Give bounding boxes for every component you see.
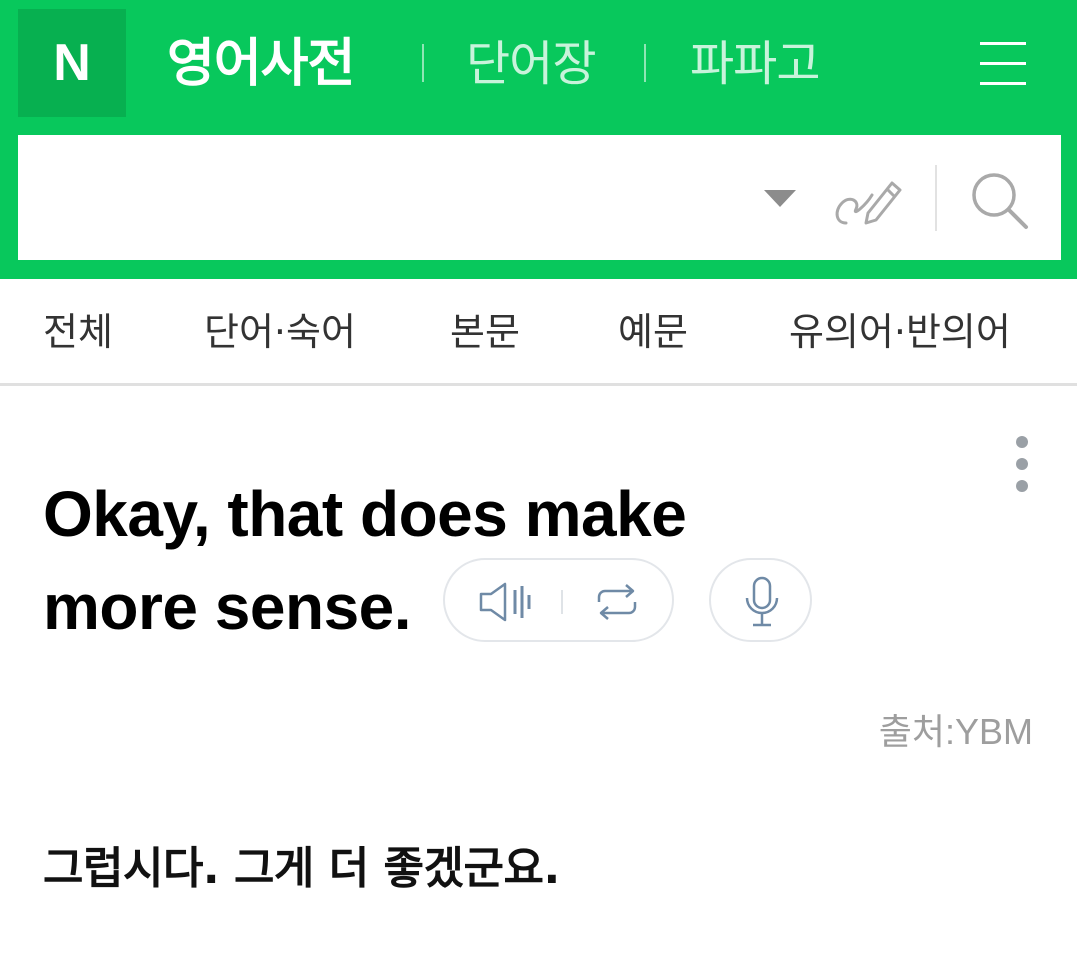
tab-words-idioms[interactable]: 단어·숙어 bbox=[204, 304, 356, 360]
microphone-icon[interactable] bbox=[743, 576, 781, 628]
page-title[interactable]: 영어사전 bbox=[167, 24, 355, 104]
tab-all[interactable]: 전체 bbox=[43, 304, 113, 360]
caret-down-icon[interactable] bbox=[762, 187, 798, 209]
nav-link-papago[interactable]: 파파고 bbox=[690, 24, 820, 104]
nav-divider bbox=[422, 44, 424, 82]
search-divider bbox=[935, 165, 937, 231]
nav-divider bbox=[644, 44, 646, 82]
nav-link-wordbook[interactable]: 단어장 bbox=[466, 24, 596, 104]
audio-controls bbox=[443, 558, 674, 642]
korean-translation: 그럽시다. 그게 더 좋겠군요. bbox=[43, 843, 560, 894]
magnifier-icon[interactable] bbox=[968, 169, 1032, 233]
result-tabs: 전체 단어·숙어 본문 예문 유의어·반의어 bbox=[0, 279, 1077, 386]
source-label: 출처:YBM bbox=[878, 711, 1033, 752]
naver-logo[interactable]: N bbox=[18, 9, 126, 117]
search-bar bbox=[18, 135, 1061, 260]
search-input[interactable] bbox=[38, 155, 742, 242]
app-header: N 영어사전 단어장 파파고 bbox=[0, 0, 1077, 279]
tab-examples[interactable]: 예문 bbox=[618, 304, 688, 360]
audio-divider bbox=[561, 590, 563, 614]
sentence-line: Okay, that does make bbox=[43, 478, 687, 550]
hamburger-menu-icon[interactable] bbox=[980, 40, 1028, 88]
handwriting-pen-icon[interactable] bbox=[832, 165, 902, 229]
speaker-icon[interactable] bbox=[479, 582, 537, 622]
microphone-button[interactable] bbox=[709, 558, 812, 642]
repeat-icon[interactable] bbox=[593, 584, 641, 620]
more-vertical-icon[interactable] bbox=[1010, 436, 1034, 494]
tab-text[interactable]: 본문 bbox=[450, 304, 520, 360]
tab-synonyms-antonyms[interactable]: 유의어·반의어 bbox=[789, 304, 1011, 360]
